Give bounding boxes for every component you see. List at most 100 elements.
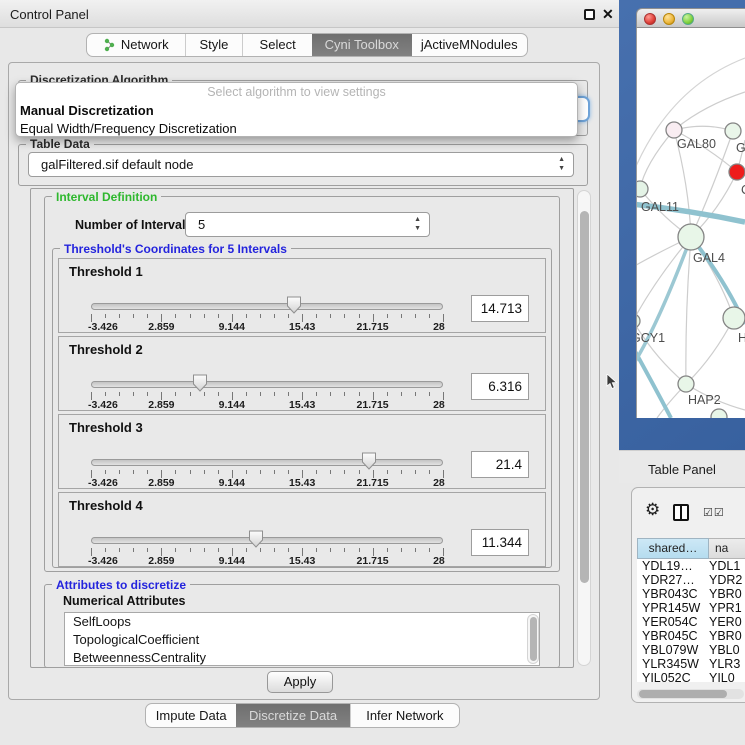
tab-cyni-toolbox[interactable]: Cyni Toolbox: [312, 34, 412, 56]
interval-definition-title: Interval Definition: [52, 190, 161, 204]
network-node-label: GCY1: [637, 331, 665, 345]
tab-discretize-data[interactable]: Discretize Data: [236, 704, 349, 727]
slider-tick: [359, 548, 360, 552]
threshold-label: Threshold 4: [69, 498, 143, 513]
table-hscrollbar[interactable]: [637, 689, 744, 699]
tab-infer-network-label: Infer Network: [366, 705, 443, 727]
table-row[interactable]: YBR045CYBR0: [637, 629, 745, 643]
threshold-value-box[interactable]: 14.713: [471, 295, 529, 322]
cell-shared-name: YBL079W: [637, 643, 709, 657]
table-row[interactable]: YIL052CYIL0: [637, 671, 745, 682]
slider-tick: [401, 548, 402, 552]
cell-name: YDR2: [709, 573, 745, 587]
table-row[interactable]: YDR27…YDR2: [637, 573, 745, 587]
slider-track[interactable]: [91, 303, 443, 310]
slider-tick: [429, 470, 430, 474]
settings-scrollbar[interactable]: [577, 190, 591, 666]
slider-tick: [401, 392, 402, 396]
slider-tick: [105, 392, 106, 396]
network-node[interactable]: [729, 164, 745, 180]
select-columns-icon[interactable]: ☑☑: [703, 506, 725, 519]
slider-tick: [359, 314, 360, 318]
column-header-name[interactable]: na: [709, 538, 745, 559]
slider-tick: [119, 470, 120, 474]
slider-track[interactable]: [91, 381, 443, 388]
slider-tick: [429, 392, 430, 396]
popup-prompt: Select algorithm to view settings: [16, 83, 577, 102]
popup-option-equal-width[interactable]: Equal Width/Frequency Discretization: [16, 120, 577, 137]
slider-axis: -3.4262.8599.14415.4321.71528: [91, 399, 443, 410]
network-node[interactable]: [678, 376, 694, 392]
tab-impute-data[interactable]: Impute Data: [146, 704, 236, 727]
attributes-scrollbar-thumb[interactable]: [530, 617, 537, 661]
attribute-list-item[interactable]: BetweennessCentrality: [65, 649, 539, 666]
network-node[interactable]: [678, 224, 704, 250]
threshold-value-box[interactable]: 11.344: [471, 529, 529, 556]
slider-track[interactable]: [91, 537, 443, 544]
number-of-intervals-combo[interactable]: 5 ▲▼: [185, 212, 430, 237]
slider-tick: [147, 470, 148, 474]
slider-tick: [330, 470, 331, 474]
apply-button[interactable]: Apply: [267, 671, 333, 693]
table-row[interactable]: YER054CYER0: [637, 615, 745, 629]
slider-tick: [330, 314, 331, 318]
gear-icon[interactable]: ⚙: [645, 501, 660, 518]
cell-shared-name: YER054C: [637, 615, 709, 629]
slider-tick: [387, 470, 388, 474]
network-node[interactable]: [723, 307, 745, 329]
slider-thumb[interactable]: [361, 452, 377, 470]
network-node[interactable]: [711, 409, 727, 418]
threshold-value-box[interactable]: 21.4: [471, 451, 529, 478]
close-icon[interactable]: ✕: [602, 6, 614, 23]
slider-tick: [260, 314, 261, 318]
table-data-combo[interactable]: galFiltered.sif default node ▲▼: [28, 152, 574, 177]
network-node[interactable]: [637, 181, 648, 197]
network-node-label: GAL4: [693, 251, 725, 265]
slider-tick: [204, 392, 205, 396]
slider-tick: [133, 392, 134, 396]
table-rows[interactable]: YDL19…YDL1YDR27…YDR2YBR043CYBR0YPR145WYP…: [637, 559, 745, 682]
tab-style[interactable]: Style: [185, 34, 243, 56]
slider-tick: [119, 392, 120, 396]
cell-name: YDL1: [709, 559, 745, 573]
table-hscrollbar-thumb[interactable]: [639, 690, 727, 698]
table-row[interactable]: YBL079WYBL0: [637, 643, 745, 657]
tab-network[interactable]: Network: [87, 34, 185, 56]
threshold-value-box[interactable]: 6.316: [471, 373, 529, 400]
columns-icon[interactable]: [673, 504, 689, 521]
settings-scrollbar-thumb[interactable]: [580, 211, 589, 583]
attribute-list-item[interactable]: SelfLoops: [65, 613, 539, 631]
popup-option-manual[interactable]: Manual Discretization: [16, 102, 577, 120]
slider-thumb[interactable]: [248, 530, 264, 548]
network-edge: [691, 237, 734, 318]
float-window-icon[interactable]: [584, 9, 595, 20]
slider-thumb[interactable]: [192, 374, 208, 392]
tab-jactivemnodules[interactable]: jActiveMNodules: [412, 34, 527, 56]
slider-tick: [175, 392, 176, 396]
attributes-scrollbar[interactable]: [527, 614, 539, 664]
tab-infer-network[interactable]: Infer Network: [350, 704, 459, 727]
attribute-list-item[interactable]: TopologicalCoefficient: [65, 631, 539, 649]
slider-tick: [218, 392, 219, 396]
slider-tick: [330, 392, 331, 396]
maximize-traffic-light[interactable]: [682, 13, 694, 25]
table-row[interactable]: YPR145WYPR1: [637, 601, 745, 615]
network-canvas[interactable]: GAL80GACGAL11GAL4HGCY1HAP2: [636, 28, 745, 418]
axis-label: 21.715: [357, 555, 389, 567]
axis-label: -3.426: [88, 321, 118, 333]
network-node[interactable]: [637, 314, 640, 328]
table-row[interactable]: YBR043CYBR0: [637, 587, 745, 601]
table-row[interactable]: YLR345WYLR3: [637, 657, 745, 671]
network-node-label: GA: [736, 141, 745, 155]
network-node[interactable]: [666, 122, 682, 138]
network-node[interactable]: [725, 123, 741, 139]
slider-track[interactable]: [91, 459, 443, 466]
column-header-shared[interactable]: shared…: [637, 538, 709, 559]
slider-thumb[interactable]: [286, 296, 302, 314]
close-traffic-light[interactable]: [644, 13, 656, 25]
numerical-attributes-list[interactable]: SelfLoopsTopologicalCoefficientBetweenne…: [64, 612, 540, 666]
minimize-traffic-light[interactable]: [663, 13, 675, 25]
slider-tick: [246, 470, 247, 474]
tab-select[interactable]: Select: [242, 34, 312, 56]
table-row[interactable]: YDL19…YDL1: [637, 559, 745, 573]
